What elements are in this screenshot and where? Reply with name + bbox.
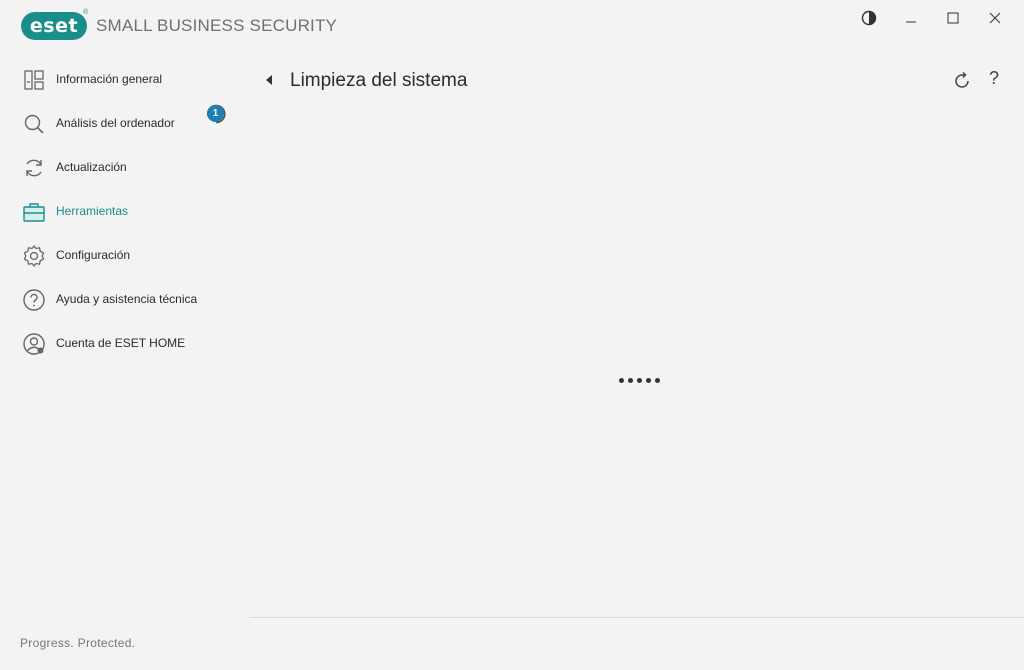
sidebar-item-overview[interactable]: Información general (0, 56, 249, 100)
account-icon (23, 333, 45, 355)
refresh-icon (26, 159, 42, 177)
sidebar-item-label: Ayuda y asistencia técnica (56, 292, 198, 306)
eset-logo-badge: eset (21, 12, 87, 40)
loading-dot (655, 378, 660, 383)
loading-dot (628, 378, 633, 383)
update-badge: 1 (204, 102, 228, 126)
main-content: Limpieza del sistema ? (249, 56, 1024, 670)
loading-indicator (619, 378, 660, 383)
minimize-icon (906, 21, 916, 23)
sidebar-item-label: Configuración (56, 248, 131, 262)
page-title: Limpieza del sistema (290, 70, 468, 91)
sidebar-item-update[interactable]: Actualización (0, 144, 249, 188)
maximize-icon (947, 12, 959, 24)
sidebar-item-help[interactable]: Ayuda y asistencia técnica (0, 276, 249, 320)
theme-toggle-button[interactable] (848, 6, 890, 30)
maximize-button[interactable] (932, 6, 974, 30)
sidebar-item-label: Información general (56, 72, 163, 86)
update-count-badge: 1 (207, 105, 224, 122)
search-icon (24, 114, 44, 134)
refresh-button-icon[interactable] (951, 70, 973, 92)
loading-dot (646, 378, 651, 383)
window-controls (848, 6, 1016, 30)
sidebar-item-label: Análisis del ordenador (56, 116, 175, 130)
sidebar-item-settings[interactable]: Configuración (0, 232, 249, 276)
footer-slogan: Progress. Protected. (20, 636, 136, 650)
sidebar-item-tools[interactable]: Herramientas (0, 188, 249, 232)
close-icon (989, 12, 1001, 24)
loading-dot (619, 378, 624, 383)
help-circle-icon (23, 289, 45, 311)
loading-dot (637, 378, 642, 383)
close-button[interactable] (974, 6, 1016, 30)
sidebar-item-account[interactable]: Cuenta de ESET HOME (0, 320, 249, 364)
divider (249, 617, 1024, 618)
overview-icon (24, 70, 44, 90)
contrast-icon (861, 10, 877, 26)
sidebar-item-label: Herramientas (56, 204, 129, 218)
minimize-button[interactable] (890, 6, 932, 30)
back-arrow-icon[interactable] (263, 72, 275, 88)
product-name: SMALL BUSINESS SECURITY (96, 16, 338, 35)
eset-logo: eset ® SMALL BUSINESS SECURITY (21, 9, 338, 40)
sidebar-item-label: Cuenta de ESET HOME (56, 336, 186, 350)
toolbox-icon (23, 203, 45, 222)
help-button[interactable]: ? (989, 68, 1005, 92)
eset-window: eset ® SMALL BUSINESS SECURITY Informaci… (0, 0, 1024, 670)
gear-icon (23, 245, 45, 267)
sidebar-item-label: Actualización (56, 160, 127, 174)
